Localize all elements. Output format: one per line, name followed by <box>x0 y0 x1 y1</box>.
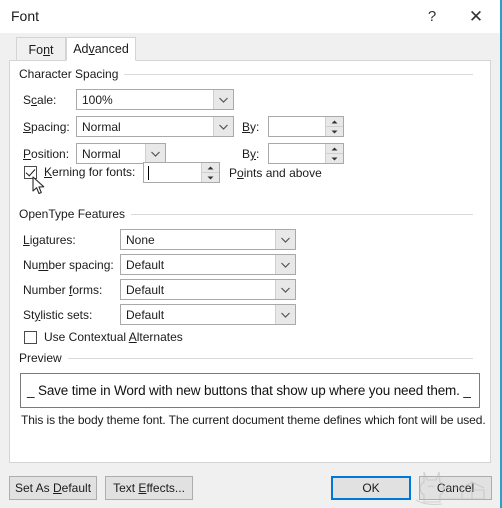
label-position: Position: <box>23 147 70 161</box>
label-scale: Scale: <box>23 93 57 107</box>
help-button[interactable]: ? <box>412 0 452 33</box>
scale-value: 100% <box>82 92 113 107</box>
group-rule-opentype-features <box>121 214 473 215</box>
spacing-combobox[interactable]: Normal <box>76 116 234 137</box>
kerning-checkbox-row[interactable]: Kerning for fonts: <box>24 165 135 179</box>
title-bar: Font ? ✕ <box>0 0 500 33</box>
label-spacing: Spacing: <box>23 120 70 134</box>
dialog-title: Font <box>11 8 40 24</box>
kerning-spin-buttons[interactable] <box>201 163 219 182</box>
spacing-by-value[interactable] <box>269 117 325 136</box>
chevron-down-icon[interactable] <box>275 255 295 274</box>
group-label-preview: Preview <box>19 351 68 365</box>
chevron-down-icon[interactable] <box>275 280 295 299</box>
number-spacing-combobox[interactable]: Default <box>120 254 296 275</box>
text-effects-button[interactable]: Text Effects... <box>105 476 193 500</box>
label-position-by: By: <box>242 147 260 161</box>
label-number-spacing: Number spacing: <box>23 258 114 272</box>
stylistic-sets-combobox[interactable]: Default <box>120 304 296 325</box>
position-by-spinner[interactable] <box>268 143 344 164</box>
kerning-label: Kerning for fonts: <box>44 165 136 179</box>
tab-font[interactable]: Font <box>16 37 66 61</box>
tab-strip: Font Advanced <box>0 33 500 61</box>
preview-sample-text: _ Save time in Word with new buttons tha… <box>27 383 471 398</box>
text-effects-label: Text Effects... <box>113 481 185 495</box>
preview-note: This is the body theme font. The current… <box>21 413 486 427</box>
kerning-checkbox[interactable] <box>24 165 37 179</box>
close-button[interactable]: ✕ <box>456 0 496 33</box>
spacing-value: Normal <box>82 119 121 134</box>
group-label-character-spacing: Character Spacing <box>19 67 125 81</box>
contextual-alternates-label: Use Contextual Alternates <box>44 330 183 344</box>
ok-button[interactable]: OK <box>331 476 411 500</box>
label-ligatures: Ligatures: <box>23 233 76 247</box>
cancel-label: Cancel <box>436 481 475 495</box>
number-forms-combobox[interactable]: Default <box>120 279 296 300</box>
tab-font-label: Font <box>28 42 54 57</box>
ok-label: OK <box>362 481 380 495</box>
set-as-default-label: Set As Default <box>14 481 92 495</box>
stylistic-sets-value: Default <box>126 307 165 322</box>
ligatures-value: None <box>126 232 155 247</box>
chevron-down-icon[interactable] <box>145 144 165 163</box>
chevron-down-icon[interactable] <box>275 230 295 249</box>
spacing-by-spin-buttons[interactable] <box>325 117 343 136</box>
spin-up-icon[interactable] <box>202 163 219 173</box>
text-caret <box>148 166 149 180</box>
spacing-by-spinner[interactable] <box>268 116 344 137</box>
set-as-default-button[interactable]: Set As Default <box>9 476 97 500</box>
font-dialog: Font ? ✕ Font Advanced Character Spacing… <box>0 0 502 508</box>
contextual-alternates-checkbox-row[interactable]: Use Contextual Alternates <box>24 330 183 344</box>
position-combobox[interactable]: Normal <box>76 143 166 164</box>
chevron-down-icon[interactable] <box>213 117 233 136</box>
chevron-down-icon[interactable] <box>275 305 295 324</box>
spin-up-icon[interactable] <box>326 144 343 154</box>
spin-down-icon[interactable] <box>202 173 219 182</box>
chevron-down-icon[interactable] <box>213 90 233 109</box>
scale-combobox[interactable]: 100% <box>76 89 234 110</box>
group-rule-preview <box>66 358 473 359</box>
label-number-forms: Number forms: <box>23 283 103 297</box>
spin-up-icon[interactable] <box>326 117 343 127</box>
advanced-tab-panel: Character Spacing Scale: 100% Spacing: N… <box>9 60 491 463</box>
cancel-button[interactable]: Cancel <box>419 476 492 500</box>
label-stylistic-sets: Stylistic sets: <box>23 308 93 322</box>
contextual-alternates-checkbox[interactable] <box>24 330 37 344</box>
group-label-opentype-features: OpenType Features <box>19 207 132 221</box>
number-spacing-value: Default <box>126 257 165 272</box>
number-forms-value: Default <box>126 282 165 297</box>
kerning-size-spinner[interactable] <box>143 162 220 183</box>
label-spacing-by: By: <box>242 120 260 134</box>
spin-down-icon[interactable] <box>326 127 343 136</box>
close-icon: ✕ <box>468 7 484 26</box>
label-points-and-above: Points and above <box>229 166 322 180</box>
ligatures-combobox[interactable]: None <box>120 229 296 250</box>
position-value: Normal <box>82 146 121 161</box>
position-by-spin-buttons[interactable] <box>325 144 343 163</box>
position-by-value[interactable] <box>269 144 325 163</box>
group-rule-character-spacing <box>115 74 473 75</box>
question-mark-icon: ? <box>427 8 437 25</box>
kerning-size-value[interactable] <box>144 163 201 182</box>
spin-down-icon[interactable] <box>326 154 343 163</box>
tab-advanced-label: Advanced <box>73 42 129 56</box>
preview-box: _ Save time in Word with new buttons tha… <box>20 373 480 408</box>
tab-advanced[interactable]: Advanced <box>66 37 136 61</box>
